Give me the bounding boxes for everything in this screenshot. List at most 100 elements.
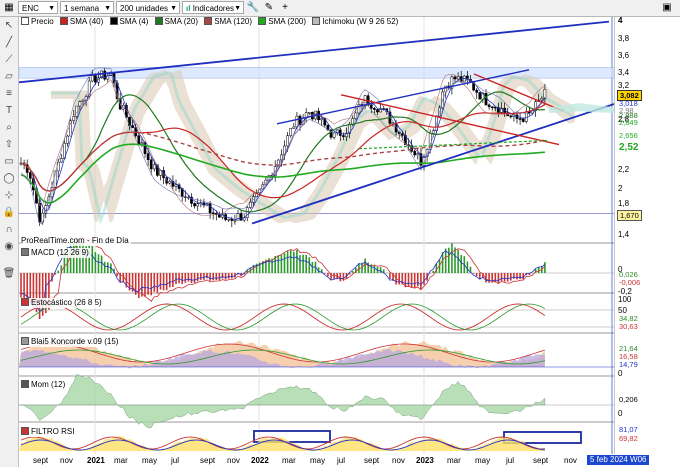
ray-tool-icon[interactable]: ⟋ bbox=[2, 53, 16, 67]
plus-icon[interactable]: + bbox=[278, 1, 292, 14]
candle-body bbox=[478, 92, 482, 100]
candle-body bbox=[81, 99, 85, 102]
candle-body bbox=[233, 219, 237, 222]
wrench-icon[interactable]: 🔧 bbox=[246, 1, 260, 14]
price-tick: 2,2 bbox=[618, 165, 630, 174]
macd-panel-title[interactable]: MACD (12 26 9) bbox=[21, 248, 91, 258]
candle-body bbox=[286, 135, 289, 147]
time-axis[interactable]: sept nov 2021 mar may jul sept nov 2022 … bbox=[19, 454, 680, 467]
support-badge: 1,670 bbox=[617, 210, 642, 221]
indicators-button[interactable]: ıl Indicadores ▼ bbox=[182, 1, 244, 14]
data-source-label: ProRealTime.com - Fin de Día bbox=[21, 236, 131, 246]
macd-title-label: MACD (12 26 9) bbox=[31, 248, 89, 257]
candle-body bbox=[174, 184, 178, 187]
legend-sma40-label: SMA (40) bbox=[69, 17, 104, 26]
legend-ichimoku[interactable]: Ichimoku (W 9 26 52) bbox=[312, 17, 398, 27]
calendar-icon[interactable]: ▣ bbox=[660, 1, 674, 14]
line-tool-icon[interactable]: ╱ bbox=[2, 36, 16, 50]
time-tick: jul bbox=[337, 456, 346, 465]
candle-body bbox=[509, 115, 513, 118]
rectangle-tool-icon[interactable]: ▭ bbox=[2, 155, 16, 169]
legend-price[interactable]: Precio bbox=[21, 17, 54, 27]
measure-icon[interactable]: ⊹ bbox=[2, 189, 16, 203]
price-tick: 3,8 bbox=[618, 34, 630, 43]
candle-body bbox=[227, 218, 231, 221]
legend-sma120[interactable]: SMA (120) bbox=[204, 17, 252, 27]
blai5-panel-title[interactable]: Blai5 Koncorde v.09 (15) bbox=[21, 337, 121, 347]
price-tick: 3,6 bbox=[618, 51, 630, 60]
filtro-title-label: FILTRO RSI bbox=[31, 427, 75, 436]
ichimoku-swatch bbox=[312, 17, 321, 25]
arrow-up-icon[interactable]: ⇧ bbox=[2, 138, 16, 152]
magnet-icon[interactable]: ∩ bbox=[2, 223, 16, 237]
chart-area[interactable]: Precio SMA (40) SMA (4) SMA (20) SMA (12… bbox=[19, 17, 614, 454]
eye-icon[interactable]: ◉ bbox=[2, 240, 16, 254]
pencil-icon[interactable]: ✎ bbox=[262, 1, 276, 14]
candle-body bbox=[487, 104, 491, 108]
legend-sma200[interactable]: SMA (200) bbox=[258, 17, 306, 27]
stoch-panel-title[interactable]: Estocástico (26 8 5) bbox=[21, 298, 104, 308]
candle-body bbox=[292, 126, 296, 129]
candle-body bbox=[413, 151, 417, 156]
candle-body bbox=[94, 75, 97, 83]
price-tick: 2 bbox=[618, 184, 623, 193]
filtro-panel-title[interactable]: FILTRO RSI bbox=[21, 427, 77, 437]
sma120-swatch bbox=[204, 17, 213, 25]
period-select[interactable]: 1 semana ▼ bbox=[60, 1, 114, 14]
legend-price-label: Precio bbox=[31, 17, 54, 26]
candle-body bbox=[78, 101, 82, 107]
mom-badge: 0,206 bbox=[619, 395, 638, 404]
candle-body bbox=[453, 76, 457, 80]
candle-body bbox=[540, 98, 544, 101]
units-select[interactable]: 200 unidades ▼ bbox=[116, 1, 180, 14]
ellipse-tool-icon[interactable]: ◯ bbox=[2, 172, 16, 186]
legend-sma4[interactable]: SMA (4) bbox=[109, 17, 148, 27]
price-axis[interactable]: 4 3,8 3,6 3,4 3,2 2,8 2,2 2 1,8 1,4 3,08… bbox=[614, 16, 680, 454]
cursor-icon[interactable]: ↖ bbox=[2, 19, 16, 33]
mom-panel-title[interactable]: Mom (12) bbox=[21, 380, 68, 390]
sma4-swatch bbox=[109, 17, 118, 25]
candle-body bbox=[28, 172, 32, 179]
price-tick: 4 bbox=[618, 16, 623, 25]
price-swatch bbox=[21, 17, 29, 25]
candle-body bbox=[338, 129, 342, 136]
time-tick: may bbox=[310, 456, 326, 465]
chevron-down-icon: ▼ bbox=[170, 5, 177, 12]
filtro-badge: 81,07 bbox=[619, 425, 638, 434]
time-tick: 2023 bbox=[416, 456, 434, 465]
support-trendline bbox=[358, 139, 548, 150]
time-tick: mar bbox=[447, 456, 461, 465]
fibonacci-icon[interactable]: ≡ bbox=[2, 87, 16, 101]
trash-icon[interactable]: 🗑 bbox=[2, 267, 16, 281]
candle-body bbox=[320, 118, 324, 121]
symbol-value: ENC bbox=[22, 4, 39, 13]
cloud-badge: 2,656 bbox=[619, 131, 638, 140]
candle-body bbox=[211, 212, 215, 215]
stoch-title-label: Estocástico (26 8 5) bbox=[31, 298, 102, 307]
chart-icon[interactable]: ▦ bbox=[2, 1, 16, 14]
legend-ichimoku-label: Ichimoku (W 9 26 52) bbox=[322, 17, 399, 26]
time-tick: sept bbox=[33, 456, 49, 465]
sma200-swatch bbox=[258, 17, 267, 25]
candle-body bbox=[140, 142, 144, 145]
stoch-tick: 100 bbox=[618, 295, 632, 304]
symbol-select[interactable]: ENC ▼ bbox=[18, 1, 58, 14]
candle-body bbox=[524, 111, 528, 122]
top-toolbar: ▦ ENC ▼ 1 semana ▼ 200 unidades ▼ ıl Indica… bbox=[0, 0, 680, 17]
candle-body bbox=[342, 135, 345, 137]
text-tool-icon[interactable]: T bbox=[2, 104, 16, 118]
zoom-icon[interactable]: ⌕ bbox=[2, 121, 16, 135]
price-tick: 3,4 bbox=[618, 68, 630, 77]
time-tick: sept bbox=[200, 456, 216, 465]
legend-sma40[interactable]: SMA (40) bbox=[59, 17, 104, 27]
legend-sma20[interactable]: SMA (20) bbox=[154, 17, 198, 27]
channel-tool-icon[interactable]: ▱ bbox=[2, 70, 16, 84]
price-legend: Precio SMA (40) SMA (4) SMA (20) SMA (12… bbox=[21, 17, 405, 27]
candle-body bbox=[490, 106, 494, 109]
lock-icon[interactable]: 🔒 bbox=[2, 206, 16, 220]
candle-body bbox=[521, 118, 525, 122]
time-tick: may bbox=[142, 456, 158, 465]
time-tick: jul bbox=[171, 456, 180, 465]
sma20-swatch bbox=[154, 17, 163, 25]
candle-body bbox=[168, 181, 172, 184]
